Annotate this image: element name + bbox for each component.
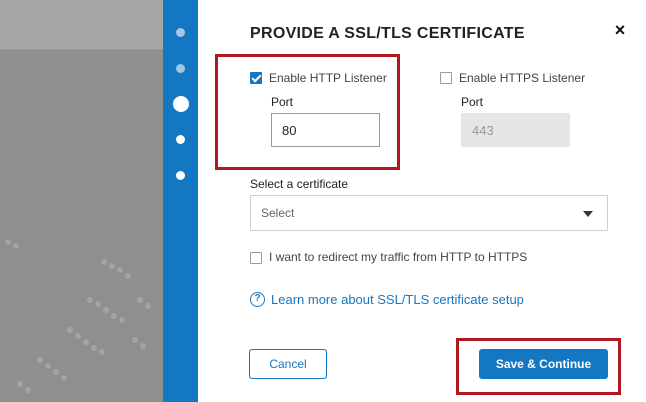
https-listener-checkbox[interactable] (440, 72, 452, 84)
dialog-title: PROVIDE A SSL/TLS CERTIFICATE (250, 25, 525, 42)
certificate-select[interactable]: Select (250, 195, 608, 231)
https-port-label: Port (461, 95, 484, 109)
certificate-select-label: Select a certificate (250, 177, 349, 191)
cancel-button[interactable]: Cancel (249, 349, 327, 379)
close-icon[interactable]: × (610, 20, 630, 40)
step-dot-2 (176, 64, 185, 73)
redirect-label: I want to redirect my traffic from HTTP … (269, 250, 528, 264)
redirect-checkbox[interactable] (250, 252, 262, 264)
certificate-select-value: Select (261, 206, 295, 220)
http-listener-checkbox[interactable] (250, 72, 262, 84)
ssl-certificate-dialog: PROVIDE A SSL/TLS CERTIFICATE × Enable H… (198, 0, 646, 402)
step-progress-rail (163, 0, 198, 402)
https-listener-label: Enable HTTPS Listener (459, 71, 586, 85)
world-map-graphic (5, 239, 151, 393)
https-port-input (461, 113, 570, 147)
ssl-help-link[interactable]: ? Learn more about SSL/TLS certificate s… (250, 292, 524, 307)
step-dot-3-current (172, 96, 189, 112)
page-backdrop (0, 0, 163, 402)
chevron-down-icon (583, 211, 593, 217)
http-listener-label: Enable HTTP Listener (269, 71, 387, 85)
step-dot-4 (176, 135, 185, 144)
save-continue-button[interactable]: Save & Continue (479, 349, 608, 379)
http-port-input[interactable] (271, 113, 380, 147)
help-icon: ? (250, 292, 265, 307)
help-link-text: Learn more about SSL/TLS certificate set… (271, 292, 524, 307)
step-dot-1 (176, 28, 185, 37)
step-dot-5 (176, 171, 185, 180)
http-port-label: Port (271, 95, 294, 109)
